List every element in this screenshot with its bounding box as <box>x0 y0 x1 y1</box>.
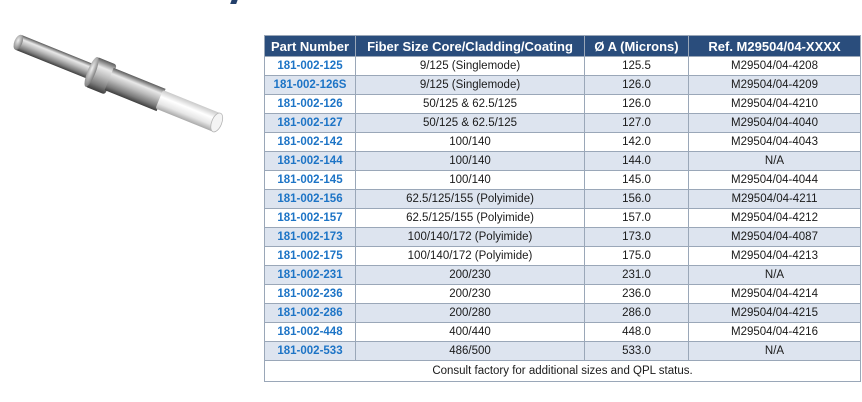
reference-cell: M29504/04-4211 <box>688 189 861 209</box>
table-row: 181-002-126 50/125 & 62.5/125 126.0 M29504/… <box>264 94 861 114</box>
part-number-cell: 181-002-173 <box>264 227 356 247</box>
table-row: 181-002-156 62.5/125/155 (Polyimide) 156.0… <box>264 189 861 209</box>
reference-cell: M29504/04-4043 <box>688 132 861 152</box>
table-row: 181-002-175 100/140/172 (Polyimide) 175.0 M… <box>264 246 861 266</box>
diameter-cell: 126.0 <box>584 75 689 95</box>
diameter-cell: 127.0 <box>584 113 689 133</box>
ferrule-spec-table: Part Number Fiber Size Core/Cladding/Coa… <box>264 35 861 382</box>
reference-cell: M29504/04-4208 <box>688 56 861 76</box>
part-number-cell: 181-002-125 <box>264 56 356 76</box>
reference-cell: M29504/04-4040 <box>688 113 861 133</box>
part-number-cell: 181-002-144 <box>264 151 356 171</box>
reference-cell: N/A <box>688 341 861 361</box>
part-number-cell: 181-002-157 <box>264 208 356 228</box>
diameter-cell: 157.0 <box>584 208 689 228</box>
diameter-cell: 144.0 <box>584 151 689 171</box>
fiber-size-cell: 62.5/125/155 (Polyimide) <box>355 189 585 209</box>
reference-cell: M29504/04-4209 <box>688 75 861 95</box>
diameter-cell: 142.0 <box>584 132 689 152</box>
fiber-size-cell: 100/140 <box>355 132 585 152</box>
header-diameter-a: Ø A (Microns) <box>584 35 689 57</box>
table-row: 181-002-231 200/230 231.0 N/A <box>264 265 861 285</box>
title-fragment-mark <box>230 0 240 4</box>
header-part-number: Part Number <box>264 35 356 57</box>
part-number-cell: 181-002-126 <box>264 94 356 114</box>
diameter-cell: 175.0 <box>584 246 689 266</box>
table-row: 181-002-127 50/125 & 62.5/125 127.0 M29504/… <box>264 113 861 133</box>
table-row: 181-002-142 100/140 142.0 M29504/04-4043 <box>264 132 861 152</box>
fiber-size-cell: 400/440 <box>355 322 585 342</box>
table-header-row: Part Number Fiber Size Core/Cladding/Coa… <box>264 35 861 57</box>
table-row: 181-002-448 400/440 448.0 M29504/04-4216 <box>264 322 861 342</box>
table-row: 181-002-286 200/280 286.0 M29504/04-4215 <box>264 303 861 323</box>
fiber-size-cell: 9/125 (Singlemode) <box>355 56 585 76</box>
fiber-size-cell: 200/280 <box>355 303 585 323</box>
part-number-cell: 181-002-156 <box>264 189 356 209</box>
diameter-cell: 231.0 <box>584 265 689 285</box>
part-number-cell: 181-002-142 <box>264 132 356 152</box>
table-body: 181-002-125 9/125 (Singlemode) 125.5 M29504… <box>264 56 861 361</box>
table-row: 181-002-236 200/230 236.0 M29504/04-4214 <box>264 284 861 304</box>
fiber-size-cell: 50/125 & 62.5/125 <box>355 94 585 114</box>
diameter-cell: 173.0 <box>584 227 689 247</box>
part-number-cell: 181-002-145 <box>264 170 356 190</box>
table-row: 181-002-157 62.5/125/155 (Polyimide) 157.0… <box>264 208 861 228</box>
table-footnote-row: Consult factory for additional sizes and… <box>264 360 861 382</box>
table-row: 181-002-144 100/140 144.0 N/A <box>264 151 861 171</box>
ferrule-contact-image <box>13 34 224 133</box>
part-number-cell: 181-002-236 <box>264 284 356 304</box>
fiber-size-cell: 100/140/172 (Polyimide) <box>355 246 585 266</box>
part-number-cell: 181-002-126S <box>264 75 356 95</box>
diameter-cell: 236.0 <box>584 284 689 304</box>
table-row: 181-002-125 9/125 (Singlemode) 125.5 M29504… <box>264 56 861 76</box>
part-number-cell: 181-002-127 <box>264 113 356 133</box>
fiber-size-cell: 50/125 & 62.5/125 <box>355 113 585 133</box>
diameter-cell: 126.0 <box>584 94 689 114</box>
diameter-cell: 286.0 <box>584 303 689 323</box>
diameter-cell: 145.0 <box>584 170 689 190</box>
diameter-cell: 533.0 <box>584 341 689 361</box>
reference-cell: M29504/04-4214 <box>688 284 861 304</box>
diameter-cell: 448.0 <box>584 322 689 342</box>
footnote: Consult factory for additional sizes and… <box>264 360 861 382</box>
fiber-size-cell: 200/230 <box>355 265 585 285</box>
part-number-cell: 181-002-175 <box>264 246 356 266</box>
fiber-size-cell: 9/125 (Singlemode) <box>355 75 585 95</box>
table-row: 181-002-173 100/140/172 (Polyimide) 173.0 M… <box>264 227 861 247</box>
reference-cell: M29504/04-4212 <box>688 208 861 228</box>
reference-cell: M29504/04-4044 <box>688 170 861 190</box>
reference-cell: N/A <box>688 265 861 285</box>
reference-cell: M29504/04-4215 <box>688 303 861 323</box>
header-fiber-size: Fiber Size Core/Cladding/Coating <box>355 35 585 57</box>
part-number-cell: 181-002-286 <box>264 303 356 323</box>
fiber-size-cell: 200/230 <box>355 284 585 304</box>
part-number-cell: 181-002-231 <box>264 265 356 285</box>
table-row: 181-002-126S 9/125 (Singlemode) 126.0 M2950… <box>264 75 861 95</box>
fiber-size-cell: 100/140 <box>355 170 585 190</box>
reference-cell: M29504/04-4213 <box>688 246 861 266</box>
fiber-size-cell: 100/140/172 (Polyimide) <box>355 227 585 247</box>
diameter-cell: 125.5 <box>584 56 689 76</box>
fiber-size-cell: 62.5/125/155 (Polyimide) <box>355 208 585 228</box>
reference-cell: M29504/04-4210 <box>688 94 861 114</box>
reference-cell: M29504/04-4216 <box>688 322 861 342</box>
table-row: 181-002-533 486/500 533.0 N/A <box>264 341 861 361</box>
header-reference: Ref. M29504/04-XXXX <box>688 35 861 57</box>
part-number-cell: 181-002-448 <box>264 322 356 342</box>
part-number-cell: 181-002-533 <box>264 341 356 361</box>
reference-cell: N/A <box>688 151 861 171</box>
diameter-cell: 156.0 <box>584 189 689 209</box>
table-row: 181-002-145 100/140 145.0 M29504/04-4044 <box>264 170 861 190</box>
fiber-size-cell: 486/500 <box>355 341 585 361</box>
fiber-size-cell: 100/140 <box>355 151 585 171</box>
reference-cell: M29504/04-4087 <box>688 227 861 247</box>
